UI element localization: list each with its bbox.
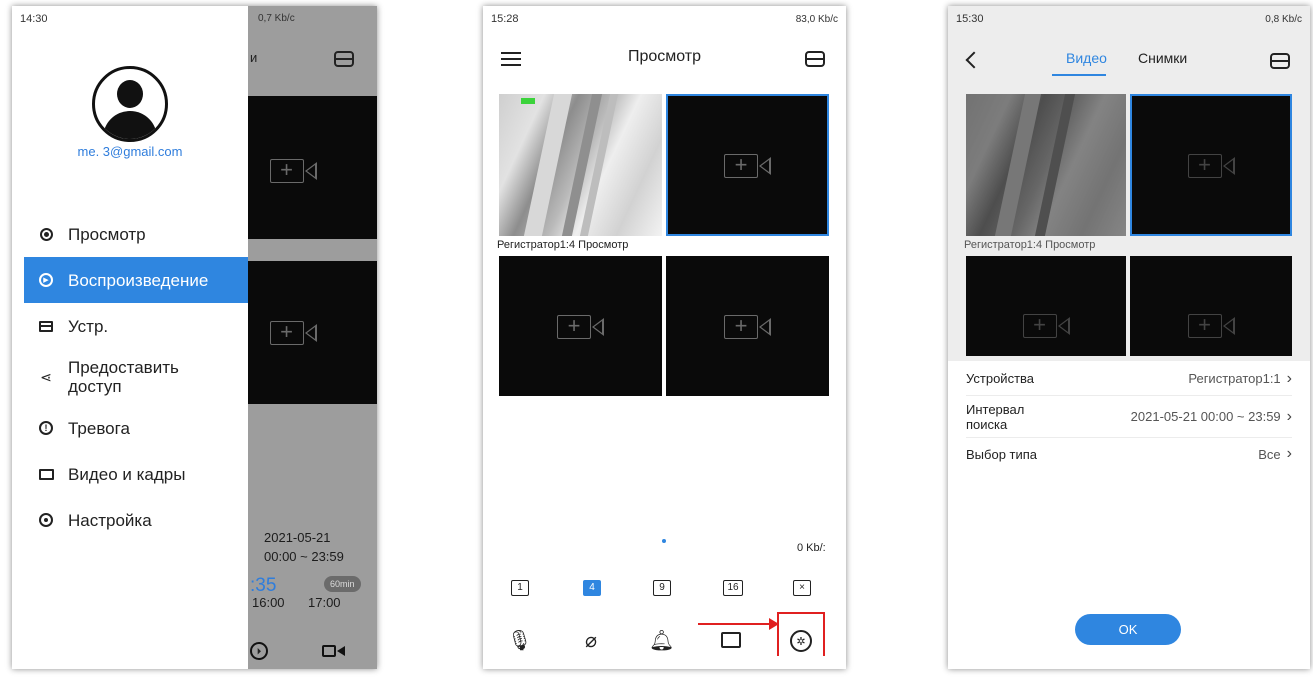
highlight-arrow <box>698 623 778 625</box>
tab-video[interactable]: Видео <box>1066 50 1107 66</box>
layout-1-button[interactable]: 1 <box>511 580 529 596</box>
add-camera-icon: + <box>248 318 338 348</box>
bg-time-big: :35 <box>250 575 277 596</box>
bg-time-range: 00:00 ~ 23:59 <box>264 549 344 564</box>
row-value: 2021-05-21 00:00 ~ 23:59 <box>1131 408 1292 426</box>
add-camera-icon[interactable]: + <box>666 151 829 181</box>
phone-screen-menu: и + + 2021-05-21 00:00 ~ 23:59 :35 60min… <box>12 6 377 669</box>
microphone-icon[interactable]: 🎙︎ <box>507 628 532 653</box>
menu-item-label: Просмотр <box>68 224 146 244</box>
play-icon: ▶ <box>38 272 54 288</box>
add-camera-icon[interactable]: + <box>1130 311 1292 341</box>
status-right: 0,8 Kb/c <box>1265 13 1302 25</box>
tab-indicator <box>1052 74 1106 76</box>
arrow-head <box>769 618 779 630</box>
device-list-icon[interactable] <box>1270 53 1290 69</box>
page-indicator <box>662 539 666 543</box>
menu-item-label: Воспроизведение <box>68 270 209 290</box>
menu-item-preview[interactable]: Просмотр <box>24 211 248 257</box>
device-list-icon <box>334 51 354 67</box>
row-label: Устройства <box>966 371 1035 386</box>
ok-button[interactable]: OK <box>1075 614 1181 645</box>
avatar[interactable] <box>92 66 168 142</box>
menu-item-label: Предоставить доступ <box>68 358 179 396</box>
camera-icon <box>38 226 54 242</box>
video-cell-4[interactable] <box>1130 256 1292 356</box>
status-right: 83,0 Kb/c <box>795 13 838 25</box>
status-bar: 15:30 0,8 Kb/c <box>948 6 1310 32</box>
status-time: 15:30 <box>956 13 984 25</box>
highlight-box <box>777 612 825 656</box>
channel-caption: Регистратор1:4 Просмотр <box>497 239 629 251</box>
bg-date: 2021-05-21 <box>264 530 331 545</box>
menu-item-label: Настройка <box>68 510 152 530</box>
menu-item-label: Тревога <box>68 418 130 438</box>
menu-item-label: Видео и кадры <box>68 464 186 484</box>
camera-feed[interactable] <box>499 94 662 236</box>
bg-tick: 16:00 <box>252 595 285 610</box>
layout-16-button[interactable]: 16 <box>723 580 743 596</box>
add-camera-icon[interactable]: + <box>966 311 1126 341</box>
menu-item-alarm[interactable]: ! Тревога <box>24 405 248 451</box>
video-cell-3[interactable] <box>966 256 1126 356</box>
account-email: me. 3@gmail.com <box>77 144 183 159</box>
row-type[interactable]: Выбор типа Все <box>966 438 1292 470</box>
record-icon-tail <box>337 646 345 656</box>
page-title: Просмотр <box>627 48 702 65</box>
alarm-icon: ! <box>38 420 54 436</box>
row-label: Интервал поиска <box>966 401 1025 432</box>
phone-screen-live: 15:28 83,0 Kb/c Просмотр + Регистратор1:… <box>483 6 846 669</box>
menu-item-share[interactable]: ⋖ Предоставить доступ <box>24 349 248 405</box>
layout-4-button[interactable]: 4 <box>583 580 601 596</box>
add-camera-icon[interactable]: + <box>1130 151 1292 181</box>
bg-badge: 60min <box>324 576 361 592</box>
share-icon: ⋖ <box>40 368 52 385</box>
close-layout-button[interactable]: × <box>793 580 811 596</box>
phone-screen-playback: 15:30 0,8 Kb/c Видео Снимки + Регистрато… <box>948 6 1310 669</box>
ptz-off-icon[interactable]: ⌀ <box>579 628 603 653</box>
row-search-interval[interactable]: Интервал поиска 2021-05-21 00:00 ~ 23:59 <box>966 396 1292 438</box>
status-bar: 15:28 83,0 Kb/c <box>483 6 846 32</box>
row-devices[interactable]: Устройства Регистратор1:1 <box>966 362 1292 396</box>
menu-item-devices[interactable]: Устр. <box>24 303 248 349</box>
add-camera-icon: + <box>248 156 338 186</box>
menu-item-media[interactable]: Видео и кадры <box>24 451 248 497</box>
drawer-menu: Просмотр ▶ Воспроизведение Устр. ⋖ Предо… <box>24 211 248 543</box>
menu-item-label: Устр. <box>68 316 109 336</box>
add-camera-icon[interactable]: + <box>666 312 829 342</box>
folder-icon <box>38 466 54 482</box>
device-list-icon[interactable] <box>805 51 825 67</box>
status-right: 0,7 Kb/c <box>258 13 295 24</box>
row-value: Регистратор1:1 <box>1188 370 1292 388</box>
menu-item-playback[interactable]: ▶ Воспроизведение <box>24 257 248 303</box>
status-bar: 14:30 <box>12 6 248 32</box>
channel-caption: Регистратор1:4 Просмотр <box>964 239 1096 251</box>
row-label: Выбор типа <box>966 446 1038 462</box>
signal-indicator <box>521 98 535 104</box>
add-camera-icon[interactable]: + <box>499 312 662 342</box>
settings-icon <box>38 512 54 528</box>
tab-snapshots[interactable]: Снимки <box>1138 50 1187 66</box>
status-time: 15:28 <box>491 13 519 25</box>
device-icon <box>38 318 54 334</box>
data-rate: 0 Kb/: <box>797 542 826 554</box>
menu-item-settings[interactable]: Настройка <box>24 497 248 543</box>
camera-feed[interactable] <box>966 94 1126 236</box>
bg-tick: 17:00 <box>308 595 341 610</box>
screen-icon[interactable] <box>721 632 741 648</box>
navigation-drawer: 14:30 me. 3@gmail.com Просмотр ▶ Воспрои… <box>12 6 248 669</box>
layout-9-button[interactable]: 9 <box>653 580 671 596</box>
bg-header-fragment: и <box>250 50 258 65</box>
bell-icon[interactable]: 🔔︎ <box>649 628 674 653</box>
status-time: 14:30 <box>20 13 48 25</box>
row-value: Все <box>1258 445 1292 463</box>
playback-icon: ⏵ <box>250 642 268 660</box>
record-icon <box>322 645 336 657</box>
